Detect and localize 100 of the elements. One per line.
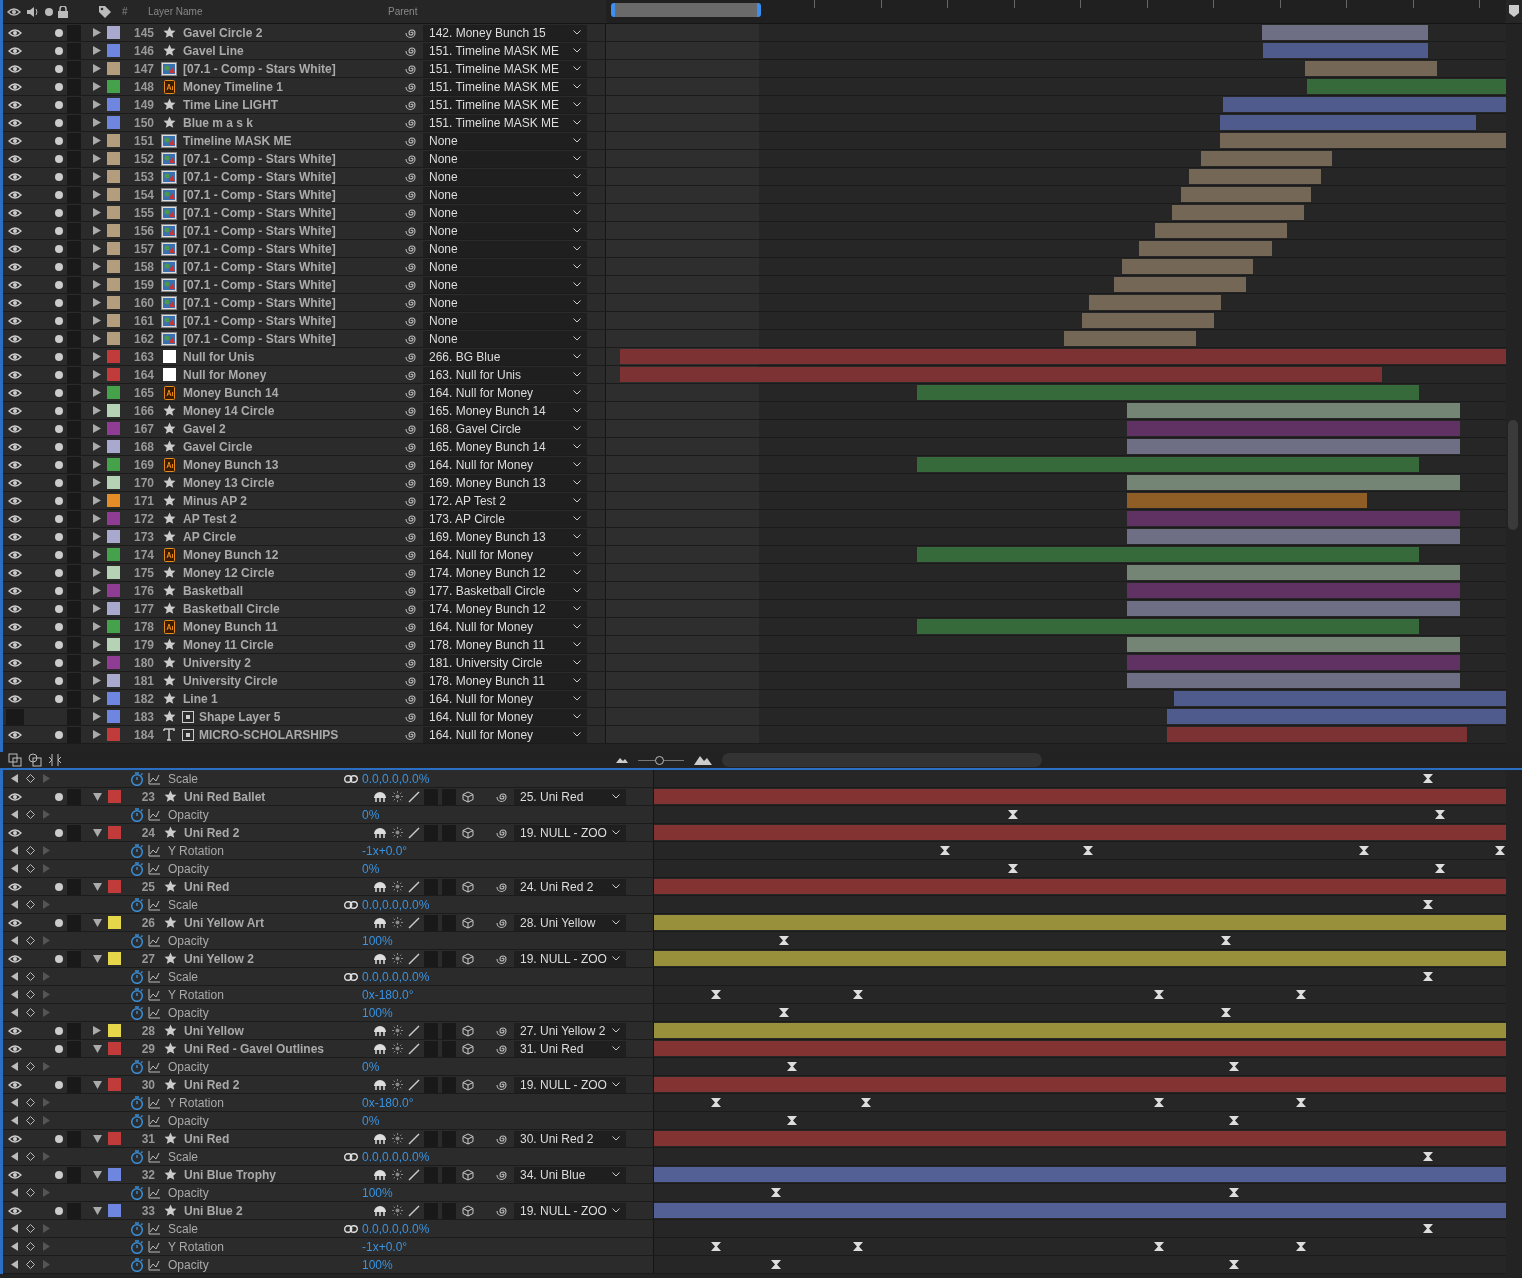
eye-icon[interactable] [8, 207, 22, 218]
spiral-icon[interactable] [405, 620, 417, 633]
keyframe-icon[interactable] [1221, 936, 1231, 945]
graph-icon[interactable] [148, 1060, 160, 1073]
layer-name[interactable]: Money Bunch 13 [183, 457, 401, 472]
property-value[interactable]: -1x+0.0° [362, 1239, 408, 1254]
layer-name[interactable]: Uni Yellow 2 [184, 951, 368, 966]
vertical-scrollbar[interactable] [1508, 420, 1518, 530]
stopwatch-icon[interactable] [130, 897, 144, 912]
dot-icon[interactable] [55, 262, 63, 271]
expand-triangle-icon[interactable] [93, 622, 101, 631]
label-color-swatch[interactable] [108, 880, 121, 893]
keyframe-icon[interactable] [779, 936, 789, 945]
layer-name[interactable]: University 2 [183, 655, 401, 670]
lock-icon[interactable] [58, 5, 68, 18]
eye-icon[interactable] [8, 1205, 22, 1216]
keyframe-icon[interactable] [1435, 810, 1445, 819]
label-color-swatch[interactable] [107, 674, 120, 687]
dot-icon[interactable] [55, 792, 63, 801]
parent-dropdown[interactable]: 142. Money Bunch 15 [423, 24, 587, 41]
parent-dropdown[interactable]: 164. Null for Money [423, 708, 587, 725]
parent-dropdown[interactable]: None [423, 258, 587, 275]
stopwatch-icon[interactable] [130, 771, 144, 786]
layer-name[interactable]: Null for Money [183, 367, 401, 382]
property-value[interactable]: 0% [362, 807, 380, 822]
dome-icon[interactable] [373, 880, 387, 893]
spiral-icon[interactable] [405, 170, 417, 183]
link-icon[interactable] [344, 972, 358, 981]
dot-icon[interactable] [55, 136, 63, 145]
parent-dropdown[interactable]: 169. Money Bunch 13 [423, 528, 587, 545]
slash-icon[interactable] [408, 826, 420, 839]
dot-icon[interactable] [55, 460, 63, 469]
expand-triangle-icon[interactable] [93, 352, 101, 361]
column-header[interactable]: # [122, 6, 148, 17]
expand-triangle-icon[interactable] [93, 568, 101, 577]
sun-icon[interactable] [392, 1025, 403, 1036]
dome-icon[interactable] [373, 826, 387, 839]
layer-name[interactable]: Money 13 Circle [183, 475, 401, 490]
dot-icon[interactable] [55, 918, 63, 927]
dot-icon[interactable] [55, 442, 63, 451]
slash-icon[interactable] [408, 1024, 420, 1037]
property-value[interactable]: 0% [362, 1113, 380, 1128]
dot-icon[interactable] [55, 244, 63, 253]
label-color-swatch[interactable] [107, 404, 120, 417]
spiral-icon[interactable] [405, 260, 417, 273]
parent-dropdown[interactable]: None [423, 186, 587, 203]
layer-name[interactable]: Uni Yellow [184, 1023, 368, 1038]
cube-icon[interactable] [462, 916, 474, 929]
spiral-icon[interactable] [405, 404, 417, 417]
eye-icon[interactable] [8, 603, 22, 614]
expand-triangle-icon[interactable] [93, 550, 101, 559]
sun-icon[interactable] [392, 917, 403, 928]
parent-dropdown[interactable]: 31. Uni Red [514, 1040, 626, 1057]
eye-icon[interactable] [8, 1079, 22, 1090]
layer-name[interactable]: AP Test 2 [183, 511, 401, 526]
dot-icon[interactable] [55, 424, 63, 433]
spiral-icon[interactable] [405, 44, 417, 57]
zoom-slider-thumb[interactable] [654, 755, 664, 765]
graph-icon[interactable] [148, 1096, 160, 1109]
layer-name[interactable]: Blue m a s k [183, 115, 401, 130]
eye-icon[interactable] [8, 117, 22, 128]
layer-name[interactable]: AP Circle [183, 529, 401, 544]
graph-icon[interactable] [148, 862, 160, 875]
dot-icon[interactable] [55, 154, 63, 163]
graph-icon[interactable] [148, 988, 160, 1001]
spiral-icon[interactable] [405, 512, 417, 525]
stopwatch-icon[interactable] [130, 1221, 144, 1236]
keyframe-diamond-icon[interactable] [26, 936, 35, 945]
dot-icon[interactable] [55, 694, 63, 703]
layer-name[interactable]: [07.1 - Comp - Stars White] [183, 295, 401, 310]
label-color-swatch[interactable] [108, 826, 121, 839]
layer-name[interactable]: Gavel Circle [183, 439, 401, 454]
layer-name[interactable]: [07.1 - Comp - Stars White] [183, 223, 401, 238]
expand-triangle-icon[interactable] [93, 244, 101, 253]
link-icon[interactable] [344, 1152, 358, 1161]
stopwatch-icon[interactable] [130, 1257, 144, 1272]
parent-dropdown[interactable]: 174. Money Bunch 12 [423, 600, 587, 617]
eye-icon[interactable] [8, 513, 22, 524]
spiral-icon[interactable] [405, 638, 417, 651]
eye-icon[interactable] [8, 81, 22, 92]
parent-dropdown[interactable]: None [423, 132, 587, 149]
eye-icon[interactable] [8, 441, 22, 452]
dot-icon[interactable] [55, 550, 63, 559]
parent-dropdown[interactable]: 164. Null for Money [423, 726, 587, 743]
expand-triangle-icon[interactable] [93, 316, 101, 325]
spiral-icon[interactable] [405, 548, 417, 561]
expand-triangle-icon[interactable] [93, 792, 102, 801]
dot-icon[interactable] [55, 1026, 63, 1035]
dot-icon[interactable] [55, 730, 63, 739]
expand-triangle-icon[interactable] [93, 1080, 102, 1089]
keyframe-icon[interactable] [1008, 864, 1018, 873]
graph-icon[interactable] [148, 808, 160, 821]
spiral-icon[interactable] [405, 584, 417, 597]
label-color-swatch[interactable] [107, 548, 120, 561]
cube-icon[interactable] [462, 1132, 474, 1145]
parent-dropdown[interactable]: 164. Null for Money [423, 618, 587, 635]
expand-triangle-icon[interactable] [93, 640, 101, 649]
graph-icon[interactable] [148, 1114, 160, 1127]
label-color-swatch[interactable] [107, 566, 120, 579]
layer-name[interactable]: Uni Blue 2 [184, 1203, 368, 1218]
